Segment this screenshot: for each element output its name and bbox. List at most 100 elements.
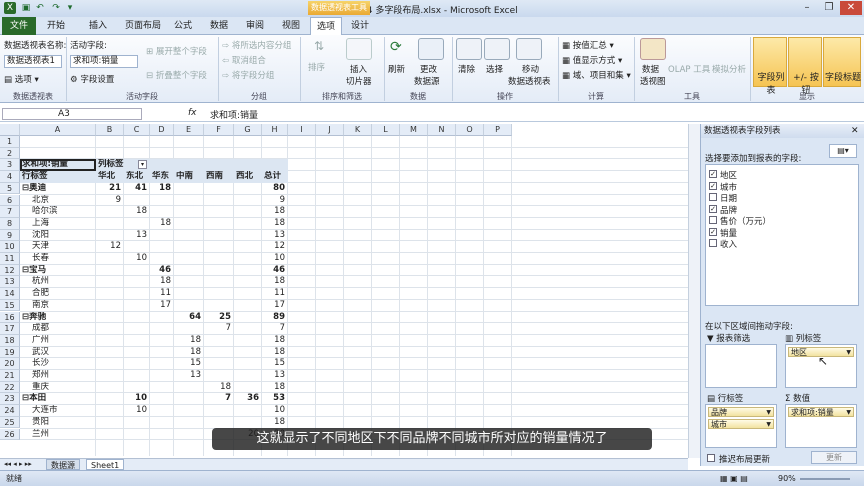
pivot-value-cell[interactable] [204, 195, 234, 207]
pivot-value-cell[interactable] [96, 300, 124, 312]
pivot-column-header[interactable]: 总计 [262, 171, 288, 183]
pivot-value-cell[interactable] [174, 393, 204, 405]
pivot-value-cell[interactable] [204, 288, 234, 300]
move-pivot-icon[interactable] [516, 38, 542, 60]
row-header[interactable]: 6 [0, 194, 20, 207]
pivot-value-cell[interactable] [124, 288, 150, 300]
row-header[interactable]: 20 [0, 358, 20, 370]
pivot-value-cell[interactable] [204, 335, 234, 347]
pivot-value-cell[interactable] [150, 429, 174, 441]
row-header[interactable]: 17 [0, 323, 20, 335]
pivot-value-cell[interactable]: 10 [262, 253, 288, 265]
group-selection-button[interactable]: ⇨ 将所选内容分组 [222, 39, 291, 51]
pivot-value-cell[interactable] [234, 218, 262, 230]
pivot-row-label[interactable]: 北京 [32, 195, 104, 207]
column-header[interactable]: F [204, 124, 234, 136]
move-pivot-label[interactable]: 数据透视表 [508, 75, 551, 87]
tab-2[interactable]: 插入 [76, 17, 120, 35]
layout-options-icon[interactable]: ▤▾ [829, 144, 857, 158]
row-header[interactable]: 7 [0, 206, 20, 218]
pivot-chart-label[interactable]: 数据 [642, 63, 659, 75]
pivot-value-cell[interactable] [234, 288, 262, 300]
what-if-button[interactable]: 模拟分析 [712, 63, 746, 75]
pivot-value-cell[interactable] [204, 276, 234, 288]
sheet-tab-0[interactable]: 数据源 [46, 459, 80, 470]
pivot-value-cell[interactable] [174, 288, 204, 300]
pivot-row-label[interactable]: 广州 [32, 335, 104, 347]
tab-3[interactable]: 页面布局 [122, 17, 164, 35]
column-header[interactable]: I [288, 124, 316, 136]
pivot-value-cell[interactable] [204, 183, 234, 195]
pivot-column-header[interactable]: 西南 [204, 171, 234, 183]
pivot-value-cell[interactable]: 13 [124, 230, 150, 242]
pivot-value-cell[interactable] [174, 276, 204, 288]
pane-close-icon[interactable]: ✕ [851, 126, 859, 136]
update-button[interactable]: 更新 [811, 451, 857, 464]
pivot-value-cell[interactable]: 13 [174, 370, 204, 382]
report-filter-area[interactable] [705, 344, 777, 388]
pivot-value-cell[interactable]: 11 [262, 288, 288, 300]
vertical-scrollbar[interactable] [688, 124, 700, 458]
pivot-value-cell[interactable] [96, 417, 124, 429]
pivot-value-cell[interactable]: 17 [150, 300, 174, 312]
pivot-value-cell[interactable] [234, 195, 262, 207]
pivot-value-cell[interactable] [204, 417, 234, 429]
pivot-value-cell[interactable] [204, 230, 234, 242]
pivot-value-cell[interactable] [204, 358, 234, 370]
pivot-value-cell[interactable]: 18 [262, 218, 288, 230]
active-field-input[interactable]: 求和项:销量 [70, 55, 138, 68]
refresh-icon[interactable]: ⟳ [390, 39, 402, 55]
pivot-value-cell[interactable] [204, 241, 234, 253]
pivot-value-cell[interactable] [124, 195, 150, 207]
ungroup-button[interactable]: ⇦ 取消组合 [222, 54, 266, 66]
worksheet-grid[interactable]: A B C D E F G H I J K L M N O P 1 2 3 求和项:销量 列标签 ▾ 4 行标签 华北 东北 华东中… [0, 124, 688, 456]
pivot-value-cell[interactable] [234, 347, 262, 359]
column-header[interactable]: L [372, 124, 400, 136]
sheet-tab-1[interactable]: Sheet1 [86, 459, 125, 470]
pivot-value-cell[interactable]: 64 [174, 312, 204, 324]
pivot-value-cell[interactable]: 18 [174, 335, 204, 347]
pivot-row-label[interactable]: 行标签 [22, 171, 94, 183]
pivot-value-cell[interactable]: 21 [96, 183, 124, 195]
column-header[interactable]: O [456, 124, 484, 136]
pivot-value-cell[interactable] [96, 323, 124, 335]
pivot-row-label[interactable]: 重庆 [32, 382, 104, 394]
pivot-value-cell[interactable] [96, 393, 124, 405]
pivot-value-cell[interactable] [96, 429, 124, 441]
pivot-value-cell[interactable] [150, 358, 174, 370]
fx-icon[interactable]: fx [188, 108, 197, 118]
pivot-row-label[interactable]: 合肥 [32, 288, 104, 300]
pivot-value-cell[interactable] [96, 312, 124, 324]
expand-field-button[interactable]: ⊞ 展开整个字段 [146, 45, 207, 57]
pivot-value-cell[interactable] [204, 370, 234, 382]
column-header[interactable]: G [234, 124, 262, 136]
field-checkbox[interactable] [709, 239, 717, 247]
pivot-value-cell[interactable]: 18 [262, 206, 288, 218]
pivot-chart-label-2[interactable]: 透视图 [640, 75, 666, 87]
pivot-value-cell[interactable]: 10 [124, 393, 150, 405]
move-label[interactable]: 移动 [522, 63, 539, 75]
pivot-value-cell[interactable] [174, 429, 204, 441]
pivot-value-cell[interactable] [234, 323, 262, 335]
row-header[interactable]: 21 [0, 370, 20, 382]
pivot-value-cell[interactable]: 17 [262, 300, 288, 312]
pivot-value-cell[interactable] [174, 241, 204, 253]
data-source-icon[interactable] [418, 38, 444, 60]
pivot-value-cell[interactable] [174, 253, 204, 265]
field-name[interactable]: 品牌 [720, 204, 737, 216]
defer-update-checkbox[interactable] [707, 454, 715, 462]
pivot-value-cell[interactable] [124, 300, 150, 312]
pivot-column-header[interactable]: 华北 [96, 171, 124, 183]
pivot-value-cell[interactable] [150, 347, 174, 359]
pivot-value-cell[interactable]: 80 [262, 183, 288, 195]
pivot-row-label[interactable]: ⊟宝马 [22, 265, 94, 277]
pivot-value-cell[interactable]: 46 [150, 265, 174, 277]
row-header[interactable]: 15 [0, 299, 20, 312]
tab-7[interactable]: 视图 [274, 17, 308, 35]
pivot-value-cell[interactable]: 18 [150, 276, 174, 288]
tab-0[interactable]: 文件 [2, 17, 36, 35]
pivot-row-label[interactable]: ⊟本田 [22, 393, 94, 405]
pivot-value-cell[interactable] [124, 265, 150, 277]
pivot-value-cell[interactable] [150, 230, 174, 242]
name-box[interactable]: A3 [2, 108, 142, 120]
